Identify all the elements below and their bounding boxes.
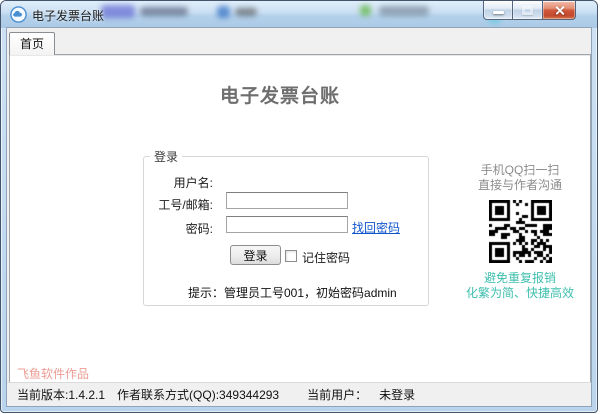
page-title: 电子发票台账 [220,81,340,108]
password-input[interactable] [226,216,348,233]
slogan-line1: 避免重复报销 [457,271,583,286]
close-icon [554,5,565,16]
status-user-label: 当前用户： [307,386,367,403]
maximize-button[interactable] [513,1,542,20]
status-user-value: 未登录 [379,386,415,403]
employee-id-label: 工号/邮箱: [144,196,213,213]
qq-qr-code [489,200,552,263]
login-button[interactable]: 登录 [230,245,281,265]
glass-blur-blob [235,8,257,16]
home-tab-page: 电子发票台账 登录 用户名: 工号/邮箱: 密码: 找回密码 登录 记住密码 提… [9,54,591,383]
status-contact: 作者联系方式(QQ):349344293 [117,386,279,403]
window-controls [483,1,576,20]
glass-blur-blob [360,5,371,16]
glass-blur-blob [140,7,188,16]
qq-contact-panel: 手机QQ扫一扫 直接与作者沟通 避免重复报销 化繁为简、快捷高效 [457,163,583,301]
qq-scan-line2: 直接与作者沟通 [457,178,583,193]
login-groupbox: 登录 用户名: 工号/邮箱: 密码: 找回密码 登录 记住密码 提示：管理员工号… [143,156,429,306]
minimize-icon [493,11,504,14]
maximize-icon [522,6,533,15]
forgot-password-link[interactable]: 找回密码 [352,219,400,236]
window-title: 电子发票台账 [32,7,104,24]
status-bar: 当前版本:1.4.2.1 作者联系方式(QQ):349344293 当前用户： … [7,382,591,406]
login-legend: 登录 [150,148,182,165]
glass-blur-blob [101,5,135,18]
remember-password-label[interactable]: 记住密码 [302,249,350,266]
status-version: 当前版本:1.4.2.1 [17,386,105,403]
employee-id-input[interactable] [226,192,348,209]
title-bar[interactable]: 电子发票台账 [1,1,597,28]
glass-blur-blob [217,6,230,18]
qq-scan-line1: 手机QQ扫一扫 [457,163,583,178]
close-button[interactable] [542,1,576,20]
minimize-button[interactable] [483,1,513,20]
username-label: 用户名: [144,174,213,191]
remember-password-checkbox[interactable] [285,250,297,262]
glass-blur-blob [379,6,429,16]
admin-hint-text: 提示：管理员工号001，初始密码admin [188,284,397,301]
app-cloud-icon [10,6,27,23]
client-area: 首页 电子发票台账 登录 用户名: 工号/邮箱: 密码: 找回密码 登录 记住密… [7,28,591,406]
tab-home[interactable]: 首页 [9,32,55,55]
password-label: 密码: [144,220,213,237]
author-watermark: 飞鱼软件作品 [17,365,89,382]
app-window: 电子发票台账 首页 电子发票台账 登录 用户名: 工号/邮箱: 密码: 找回密码… [0,0,598,413]
slogan-line2: 化繁为简、快捷高效 [457,286,583,301]
